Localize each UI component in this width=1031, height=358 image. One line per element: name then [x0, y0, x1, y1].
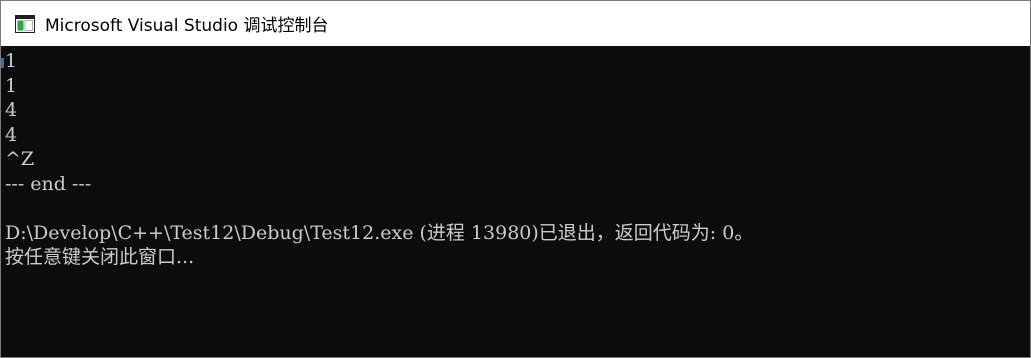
- console-line: 4: [5, 99, 18, 121]
- console-window: Microsoft Visual Studio 调试控制台 1 1 4 4 ^Z…: [0, 0, 1031, 358]
- console-line: ^Z: [5, 148, 35, 170]
- window-title: Microsoft Visual Studio 调试控制台: [45, 16, 329, 36]
- exit-message-line: D:\Develop\C++\Test12\Debug\Test12.exe (…: [5, 221, 754, 244]
- console-line: 1: [5, 50, 18, 72]
- title-bar[interactable]: Microsoft Visual Studio 调试控制台: [1, 1, 1030, 46]
- window-edge-marker: [1, 58, 4, 68]
- console-output[interactable]: 1 1 4 4 ^Z --- end --- D:\Develop\C++\Te…: [1, 46, 1030, 357]
- console-app-icon: [15, 14, 35, 33]
- press-key-prompt-line: 按任意键关闭此窗口...: [5, 246, 195, 268]
- console-line: 4: [5, 123, 18, 146]
- console-lines: 1 1 4 4 ^Z --- end --- D:\Develop\C++\Te…: [1, 46, 1030, 270]
- console-line: 1: [5, 74, 18, 97]
- console-line: --- end ---: [5, 172, 92, 195]
